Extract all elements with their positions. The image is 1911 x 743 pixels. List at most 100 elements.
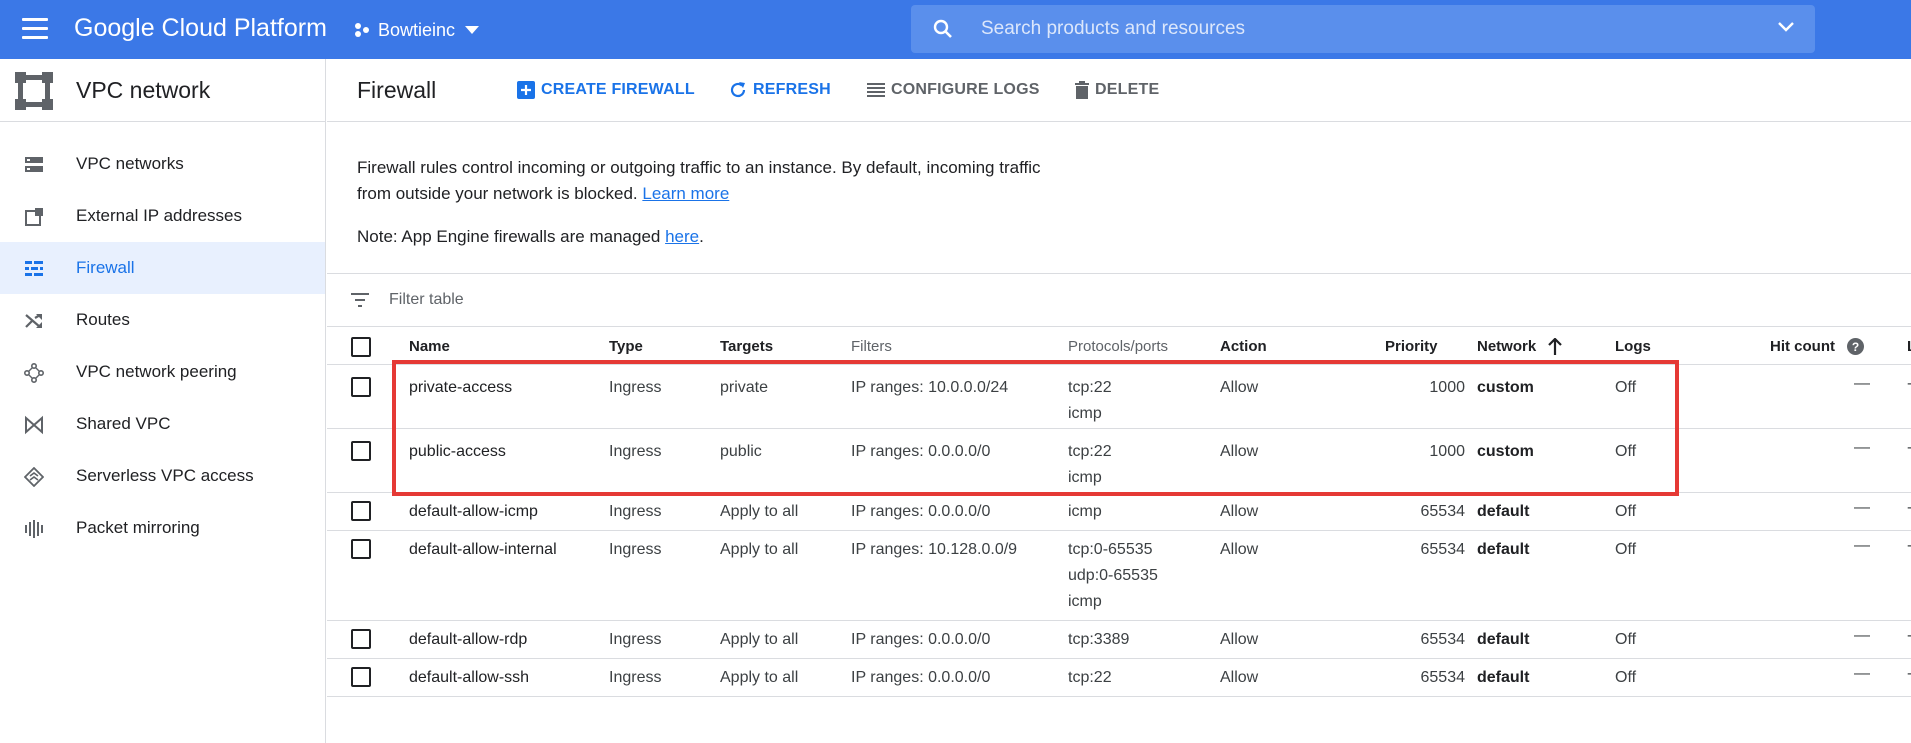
top-bar: Google Cloud Platform Bowtieinc: [0, 0, 1911, 59]
delete-button[interactable]: DELETE: [1075, 79, 1159, 101]
project-picker[interactable]: Bowtieinc: [354, 17, 487, 43]
search-bar[interactable]: [911, 5, 1815, 53]
search-icon: [933, 19, 952, 38]
rule-targets: Apply to all: [720, 541, 799, 558]
rule-logs: Off: [1615, 379, 1637, 396]
sidebar-item-serverless-vpc[interactable]: Serverless VPC access: [0, 450, 325, 502]
sidebar-item-shared-vpc[interactable]: Shared VPC: [0, 398, 325, 450]
row-checkbox[interactable]: [351, 377, 371, 397]
sidebar-item-routes[interactable]: Routes: [0, 294, 325, 346]
table-row[interactable]: private-access Ingress private IP ranges…: [327, 365, 1911, 429]
rule-type: Ingress: [609, 541, 662, 558]
rule-priority: 1000: [1429, 443, 1465, 460]
project-dots-icon: [355, 23, 369, 37]
svg-text:?: ?: [1852, 340, 1859, 354]
rule-priority: 65534: [1420, 541, 1466, 558]
row-checkbox[interactable]: [351, 441, 371, 461]
note-period: .: [699, 227, 704, 246]
protocol-entry: icmp: [1068, 503, 1102, 520]
here-link[interactable]: here: [665, 227, 699, 246]
rule-priority: 65534: [1420, 631, 1466, 648]
rule-hit-count: —: [1854, 665, 1870, 682]
vpc-network-logo-icon: [15, 72, 53, 110]
rule-name[interactable]: private-access: [409, 375, 512, 401]
sort-ascending-icon[interactable]: [1548, 338, 1562, 355]
column-header-network[interactable]: Network: [1477, 338, 1536, 355]
table-row[interactable]: default-allow-internal Ingress Apply to …: [327, 531, 1911, 621]
rule-hit-count: —: [1854, 375, 1870, 392]
table-row[interactable]: default-allow-rdp Ingress Apply to all I…: [327, 621, 1911, 659]
rule-name[interactable]: default-allow-internal: [409, 537, 557, 563]
select-all-checkbox[interactable]: [351, 337, 371, 357]
column-header-priority[interactable]: Priority: [1385, 338, 1438, 355]
table-header: Name Type Targets Filters Protocols/port…: [327, 327, 1911, 365]
rule-name[interactable]: default-allow-icmp: [409, 499, 538, 525]
learn-more-link[interactable]: Learn more: [642, 184, 729, 203]
sidebar-item-vpc-peering[interactable]: VPC network peering: [0, 346, 325, 398]
rule-name[interactable]: public-access: [409, 439, 506, 465]
table-row[interactable]: default-allow-ssh Ingress Apply to all I…: [327, 659, 1911, 697]
rule-network[interactable]: custom: [1477, 439, 1534, 465]
create-firewall-button[interactable]: CREATE FIREWALL: [517, 79, 695, 101]
chevron-down-icon[interactable]: [1777, 21, 1795, 33]
vpc-networks-icon: [25, 157, 43, 172]
row-checkbox[interactable]: [351, 501, 371, 521]
table-row[interactable]: public-access Ingress public IP ranges: …: [327, 429, 1911, 493]
action-bar: Firewall CREATE FIREWALL REFRESH CONFIGU…: [327, 59, 1911, 122]
rule-logs: Off: [1615, 443, 1637, 460]
rule-logs: Off: [1615, 631, 1637, 648]
shared-vpc-icon: [25, 415, 43, 435]
filter-input[interactable]: [389, 284, 789, 316]
sidebar-item-packet-mirroring[interactable]: Packet mirroring: [0, 502, 325, 554]
rule-trailing: -: [1907, 439, 1911, 457]
column-header-type[interactable]: Type: [609, 338, 643, 355]
sidebar-item-vpc-networks[interactable]: VPC networks: [0, 138, 325, 190]
sidebar-item-label: Firewall: [76, 258, 135, 277]
column-header-targets[interactable]: Targets: [720, 338, 773, 355]
protocol-entry: udp:0-65535: [1068, 567, 1158, 584]
refresh-button[interactable]: REFRESH: [729, 79, 831, 101]
protocol-entry: icmp: [1068, 405, 1102, 422]
rule-action: Allow: [1220, 503, 1259, 520]
rule-name[interactable]: default-allow-ssh: [409, 665, 529, 691]
filter-bar: [327, 273, 1911, 327]
row-checkbox[interactable]: [351, 539, 371, 559]
column-header-hit-count[interactable]: Hit count: [1770, 338, 1835, 355]
sidebar: VPC network VPC networks External IP add…: [0, 59, 326, 743]
help-icon[interactable]: ?: [1847, 338, 1864, 355]
sidebar-item-external-ip[interactable]: External IP addresses: [0, 190, 325, 242]
protocol-entry: tcp:22: [1068, 669, 1112, 686]
rule-network[interactable]: custom: [1477, 375, 1534, 401]
sidebar-item-firewall[interactable]: Firewall: [0, 242, 325, 294]
column-header-logs[interactable]: Logs: [1615, 338, 1651, 355]
rule-type: Ingress: [609, 669, 662, 686]
table-row[interactable]: default-allow-icmp Ingress Apply to all …: [327, 493, 1911, 531]
search-input[interactable]: [981, 5, 1721, 53]
rule-trailing: -: [1907, 665, 1911, 683]
rule-network[interactable]: default: [1477, 499, 1529, 525]
rule-filters: IP ranges: 0.0.0.0/0: [851, 631, 991, 648]
rule-trailing: -: [1907, 627, 1911, 645]
rule-filters: IP ranges: 0.0.0.0/0: [851, 443, 991, 460]
rule-type: Ingress: [609, 503, 662, 520]
rule-network[interactable]: default: [1477, 537, 1529, 563]
protocol-entry: icmp: [1068, 593, 1102, 610]
rule-network[interactable]: default: [1477, 665, 1529, 691]
row-checkbox[interactable]: [351, 667, 371, 687]
rule-targets: private: [720, 379, 769, 396]
column-header-action[interactable]: Action: [1220, 338, 1267, 355]
rule-network[interactable]: default: [1477, 627, 1529, 653]
page-title: Firewall: [357, 77, 437, 103]
sidebar-title: VPC network: [76, 77, 211, 103]
row-checkbox[interactable]: [351, 629, 371, 649]
configure-logs-button[interactable]: CONFIGURE LOGS: [867, 79, 1040, 101]
rule-type: Ingress: [609, 379, 662, 396]
column-header-name[interactable]: Name: [409, 338, 450, 355]
rule-name[interactable]: default-allow-rdp: [409, 627, 527, 653]
rule-protocols: tcp:22: [1068, 665, 1112, 691]
menu-icon[interactable]: [22, 18, 48, 40]
product-name[interactable]: Google Cloud Platform: [74, 14, 327, 43]
refresh-label: REFRESH: [753, 81, 831, 98]
column-header-last[interactable]: L: [1907, 338, 1911, 355]
add-box-icon: [517, 81, 535, 99]
